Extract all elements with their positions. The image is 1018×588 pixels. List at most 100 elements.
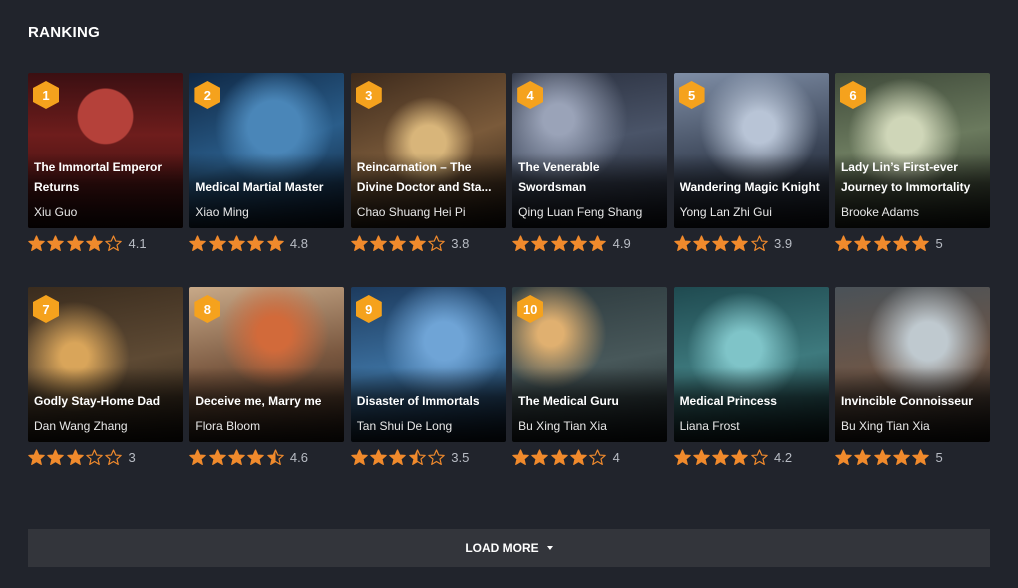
book-card[interactable]: 7 Godly Stay-Home Dad Dan Wang Zhang 3 [28,287,183,468]
star-full-icon [854,234,871,251]
star-full-icon [551,234,568,251]
star-full-icon [873,448,891,465]
rating: 4.6 [189,446,344,468]
book-author: Flora Bloom [195,419,261,433]
star-empty-icon [589,448,607,465]
book-title[interactable]: Medical Martial Master [195,177,338,197]
star-full-icon [693,234,710,251]
rating-value: 4.2 [774,449,793,465]
book-card[interactable]: Invincible Connoisseur Bu Xing Tian Xia 5 [834,287,990,468]
book-author: Xiu Guo [34,205,78,219]
star-rating [835,234,931,252]
star-full-icon [47,448,65,465]
rating: 3.9 [673,232,829,254]
book-cover[interactable]: Invincible Connoisseur Bu Xing Tian Xia [834,287,990,442]
star-rating [512,234,608,252]
star-rating [28,234,124,252]
star-rating [835,448,931,466]
star-full-icon [228,234,245,251]
book-title[interactable]: Medical Princess [680,391,823,411]
star-full-icon [731,234,749,251]
star-full-icon [893,448,910,465]
star-full-icon [47,234,65,251]
book-card[interactable]: 8 Deceive me, Marry me Flora Bloom 4.6 [189,287,345,468]
rating: 4.8 [189,232,344,254]
star-full-icon [912,234,929,251]
rating-value: 4 [612,449,620,465]
load-more-button[interactable]: LOAD MORE [28,529,990,567]
book-card[interactable]: 1 The Immortal Emperor Returns Xiu Guo 4.1 [28,73,183,254]
star-full-icon [589,234,607,251]
book-card[interactable]: 9 Disaster of Immortals Tan Shui De Long 3.… [350,287,506,468]
star-rating [512,448,608,466]
book-cover[interactable]: 7 Godly Stay-Home Dad Dan Wang Zhang [28,287,183,442]
book-title[interactable]: Invincible Connoisseur [841,391,984,411]
star-full-icon [189,234,207,251]
star-full-icon [712,448,729,465]
book-cover[interactable]: 10 The Medical Guru Bu Xing Tian Xia [512,287,668,442]
book-title-text: Deceive me, Marry me [195,394,322,408]
star-rating [351,448,447,466]
star-full-icon [551,448,568,465]
book-card[interactable]: 5 Wandering Magic Knight Yong Lan Zhi Gui 3… [673,73,829,254]
rating-value: 3.8 [451,235,470,251]
star-full-icon [247,448,265,465]
rating-value: 4.1 [128,235,147,251]
book-author: Tan Shui De Long [356,419,453,433]
star-full-icon [389,448,407,465]
star-full-icon [673,448,691,465]
caret-down-icon [546,546,553,550]
star-full-icon [28,448,45,465]
book-title[interactable]: The Medical Guru [518,391,661,411]
star-full-icon [531,448,549,465]
star-full-icon [712,234,729,251]
book-cover[interactable]: 8 Deceive me, Marry me Flora Bloom [189,287,345,442]
rating-value: 5 [935,449,943,465]
book-card[interactable]: 10 The Medical Guru Bu Xing Tian Xia 4 [512,287,668,468]
book-cover[interactable]: 5 Wandering Magic Knight Yong Lan Zhi Gui [673,73,829,228]
book-title[interactable]: The Venerable Swordsman [518,157,661,197]
book-title[interactable]: Deceive me, Marry me [195,391,338,411]
star-full-icon [512,448,529,465]
book-cover[interactable]: 4 The Venerable Swordsman Qing Luan Feng S… [512,73,668,228]
star-full-icon [189,448,207,465]
rating-value: 4.6 [289,449,308,465]
book-cover[interactable]: 3 Reincarnation – The Divine Doctor and S… [350,73,506,228]
star-full-icon [208,448,226,465]
star-rating [351,234,447,252]
book-cover[interactable]: 9 Disaster of Immortals Tan Shui De Long [350,287,506,442]
book-card[interactable]: 4 The Venerable Swordsman Qing Luan Feng S… [512,73,668,254]
star-full-icon [912,448,929,465]
star-empty-icon [428,448,445,465]
book-title-text: The Medical Guru [518,394,619,408]
book-cover[interactable]: 1 The Immortal Emperor Returns Xiu Guo [28,73,183,228]
book-title[interactable]: Reincarnation – The Divine Doctor and St… [357,157,500,197]
star-full-icon [570,234,587,251]
book-author: Chao Shuang Hei Pi [356,205,466,219]
book-title-text: Reincarnation – The Divine Doctor and St… [356,160,492,194]
book-title[interactable]: Disaster of Immortals [357,391,500,411]
star-full-icon [835,234,852,251]
star-full-icon [531,234,549,251]
star-rating [189,234,285,252]
book-card[interactable]: Medical Princess Liana Frost 4.2 [673,287,829,468]
book-title[interactable]: The Immortal Emperor Returns [34,157,177,197]
load-more-label: LOAD MORE [465,541,539,555]
book-cover[interactable]: 2 Medical Martial Master Xiao Ming [189,73,345,228]
book-card[interactable]: 3 Reincarnation – The Divine Doctor and S… [350,73,506,254]
book-card[interactable]: 2 Medical Martial Master Xiao Ming 4.8 [189,73,345,254]
star-empty-icon [86,448,103,465]
book-cover[interactable]: Medical Princess Liana Frost [673,287,829,442]
book-cover[interactable]: 6 Lady Lin’s First-ever Journey to Immort… [834,73,990,228]
book-title-text: Medical Princess [679,394,777,408]
book-title-text: The Immortal Emperor Returns [34,160,163,194]
book-card[interactable]: 6 Lady Lin’s First-ever Journey to Immort… [834,73,990,254]
rating: 3.5 [351,446,506,468]
star-full-icon [673,234,691,251]
book-title[interactable]: Lady Lin’s First-ever Journey to Immorta… [841,157,984,197]
book-author: Dan Wang Zhang [34,419,128,433]
star-full-icon [512,234,529,251]
book-title[interactable]: Godly Stay-Home Dad [34,391,177,411]
rating-value: 5 [935,235,943,251]
book-title[interactable]: Wandering Magic Knight [680,177,823,197]
